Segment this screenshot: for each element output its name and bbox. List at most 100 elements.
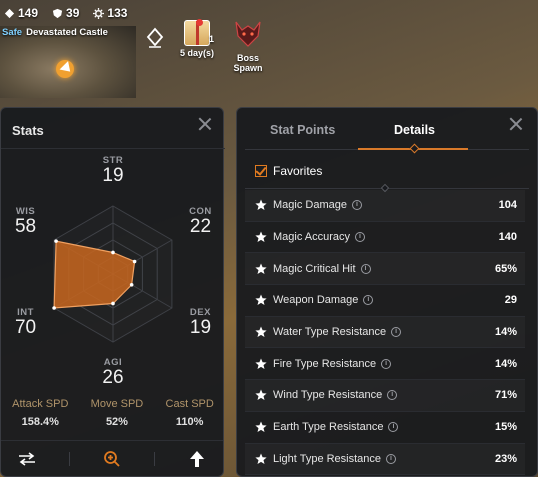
table-row[interactable]: Magic Critical Hit i 65% bbox=[245, 253, 525, 286]
stat-value: 23% bbox=[494, 452, 517, 465]
stat-value: 22 bbox=[189, 215, 212, 237]
close-icon[interactable] bbox=[508, 116, 524, 132]
minimap[interactable]: Safe Devastated Castle bbox=[0, 26, 136, 98]
favorites-checkbox[interactable]: Favorites bbox=[255, 164, 322, 178]
stat-name: WIS bbox=[15, 205, 36, 217]
star-icon[interactable] bbox=[255, 263, 267, 275]
table-row[interactable]: Light Type Resistance i 23% bbox=[245, 444, 525, 476]
stat-value: 29 bbox=[504, 294, 517, 307]
stat-value: 19 bbox=[102, 165, 124, 186]
close-icon[interactable] bbox=[197, 116, 213, 132]
table-row[interactable]: Earth Type Resistance i 15% bbox=[245, 412, 525, 444]
stat-value: 71% bbox=[494, 389, 517, 402]
attack-speed-value: 158.4% bbox=[21, 416, 59, 428]
tab-stat-points[interactable]: Stat Points bbox=[270, 123, 335, 137]
star-icon[interactable] bbox=[255, 358, 267, 370]
hud-defense: 39 bbox=[52, 6, 79, 20]
star-icon[interactable] bbox=[255, 389, 267, 401]
stat-name: DEX bbox=[189, 306, 211, 318]
zone-name: Devastated Castle bbox=[26, 27, 108, 38]
cast-speed-value: 110% bbox=[175, 416, 204, 428]
hud-level-value: 149 bbox=[18, 6, 39, 20]
info-icon[interactable]: i bbox=[351, 200, 362, 211]
stat-label: Water Type Resistance bbox=[273, 326, 387, 339]
table-row[interactable]: Wind Type Resistance i 71% bbox=[245, 380, 525, 412]
table-row[interactable]: Magic Damage i 104 bbox=[245, 190, 525, 222]
detail-stat-list: Magic Damage i 104 Magic Accuracy i 140 Magic … bbox=[245, 190, 525, 476]
stat-label: Magic Damage bbox=[273, 199, 347, 212]
move-speed-label: Move SPD bbox=[90, 398, 144, 410]
stat-value: 58 bbox=[14, 215, 37, 237]
stats-radar-chart: STR 19 CON 22 DEX 19 AGI 26 INT 70 WIS 58 bbox=[1, 148, 225, 420]
stat-value: 19 bbox=[189, 316, 212, 338]
swap-button[interactable] bbox=[16, 448, 38, 470]
stat-label: Magic Critical Hit bbox=[273, 262, 356, 275]
zoom-button[interactable] bbox=[101, 448, 123, 470]
table-row[interactable]: Water Type Resistance i 14% bbox=[245, 317, 525, 349]
boss-demon-icon bbox=[235, 21, 261, 47]
zone-label: Safe Devastated Castle bbox=[2, 27, 108, 38]
gift-count: 1 bbox=[208, 34, 214, 44]
details-tabs: Stat Points Details bbox=[237, 108, 537, 154]
waypoint-icon bbox=[146, 27, 164, 48]
table-row[interactable]: Weapon Damage i 29 bbox=[245, 285, 525, 317]
attack-speed-label: Attack SPD bbox=[12, 398, 69, 410]
boss-spawn-button[interactable]: Boss Spawn bbox=[222, 20, 274, 73]
notification-dot bbox=[196, 19, 203, 26]
navigation-button[interactable] bbox=[144, 26, 166, 50]
stat-label: Wind Type Resistance bbox=[273, 389, 383, 402]
star-icon[interactable] bbox=[255, 231, 267, 243]
move-speed: Move SPD 52% bbox=[91, 398, 144, 428]
stat-label: Light Type Resistance bbox=[273, 452, 382, 465]
radar-label-str: STR 19 bbox=[88, 155, 138, 186]
info-icon[interactable]: i bbox=[360, 263, 371, 274]
star-icon[interactable] bbox=[255, 453, 267, 465]
star-icon[interactable] bbox=[255, 421, 267, 433]
gift-button[interactable]: 1 5 day(s) bbox=[176, 19, 218, 58]
stat-value: 70 bbox=[14, 316, 37, 338]
gift-box-icon bbox=[184, 19, 210, 46]
star-icon[interactable] bbox=[255, 294, 267, 306]
footer-divider bbox=[153, 451, 155, 466]
radar-point bbox=[129, 282, 134, 287]
favorites-label: Favorites bbox=[273, 164, 323, 178]
table-row[interactable]: Magic Accuracy i 140 bbox=[245, 222, 525, 254]
radar-label-agi: AGI 26 bbox=[88, 357, 138, 388]
info-icon[interactable]: i bbox=[363, 295, 374, 306]
star-icon[interactable] bbox=[255, 199, 267, 211]
radar-point bbox=[111, 301, 115, 306]
radar-point bbox=[111, 250, 115, 255]
info-icon[interactable]: i bbox=[391, 327, 402, 338]
tab-diamond-ornament bbox=[409, 143, 420, 154]
info-icon[interactable]: i bbox=[386, 453, 397, 464]
hud-gear-value: 133 bbox=[107, 6, 128, 20]
radar-label-dex: DEX 19 bbox=[175, 307, 225, 338]
stat-value: 14% bbox=[494, 357, 517, 370]
hud-stats-bar: 149 39 133 bbox=[0, 6, 127, 20]
info-icon[interactable]: i bbox=[355, 232, 366, 243]
table-row[interactable]: Fire Type Resistance i 14% bbox=[245, 348, 525, 381]
hud-gear: 133 bbox=[93, 6, 127, 20]
stats-footer bbox=[1, 440, 223, 476]
radar-point bbox=[54, 239, 58, 243]
hud-level: 149 bbox=[4, 6, 38, 20]
info-icon[interactable]: i bbox=[387, 390, 398, 401]
stat-name: INT bbox=[17, 306, 34, 318]
radar-label-con: CON 22 bbox=[175, 206, 225, 237]
details-panel: Stat Points Details Favorites Magic Dama… bbox=[236, 107, 538, 477]
cast-speed-label: Cast SPD bbox=[165, 398, 214, 410]
move-speed-value: 52% bbox=[105, 416, 128, 428]
shield-icon bbox=[52, 8, 63, 18]
stat-value: 65% bbox=[494, 262, 517, 275]
star-icon[interactable] bbox=[255, 326, 267, 338]
attack-speed: Attack SPD 158.4% bbox=[12, 398, 68, 428]
upgrade-button[interactable] bbox=[186, 448, 208, 470]
stat-value: 14% bbox=[494, 326, 517, 339]
speed-stats: Attack SPD 158.4% Move SPD 52% Cast SPD … bbox=[1, 398, 225, 428]
tab-details[interactable]: Details bbox=[394, 123, 435, 137]
info-icon[interactable]: i bbox=[381, 358, 392, 369]
gear-icon bbox=[93, 7, 105, 19]
arrow-up-icon bbox=[189, 450, 204, 467]
zone-safe-status: Safe bbox=[2, 27, 23, 38]
info-icon[interactable]: i bbox=[388, 422, 399, 433]
